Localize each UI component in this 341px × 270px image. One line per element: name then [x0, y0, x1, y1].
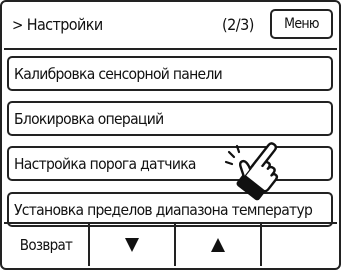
- list-item-operation-lock[interactable]: Блокировка операций: [7, 101, 333, 136]
- footer-bar: Возврат: [4, 222, 337, 266]
- menu-button[interactable]: Меню: [270, 9, 333, 39]
- scroll-up-button[interactable]: [176, 224, 262, 266]
- header-bar: > Настройки (2/3) Меню: [4, 4, 337, 50]
- back-button[interactable]: Возврат: [4, 224, 90, 266]
- triangle-up-icon: [211, 238, 225, 252]
- settings-screen: > Настройки (2/3) Меню Калибровка сенсор…: [0, 0, 341, 270]
- footer-empty-slot: [262, 224, 337, 266]
- page-indicator: (2/3): [222, 15, 254, 34]
- breadcrumb: > Настройки: [12, 15, 103, 34]
- scroll-down-button[interactable]: [90, 224, 176, 266]
- page-title: Настройки: [26, 15, 103, 34]
- list-item-touch-calibration[interactable]: Калибровка сенсорной панели: [7, 56, 333, 91]
- breadcrumb-chevron: >: [12, 15, 23, 34]
- triangle-down-icon: [125, 238, 139, 252]
- pointing-hand-icon: [224, 142, 279, 201]
